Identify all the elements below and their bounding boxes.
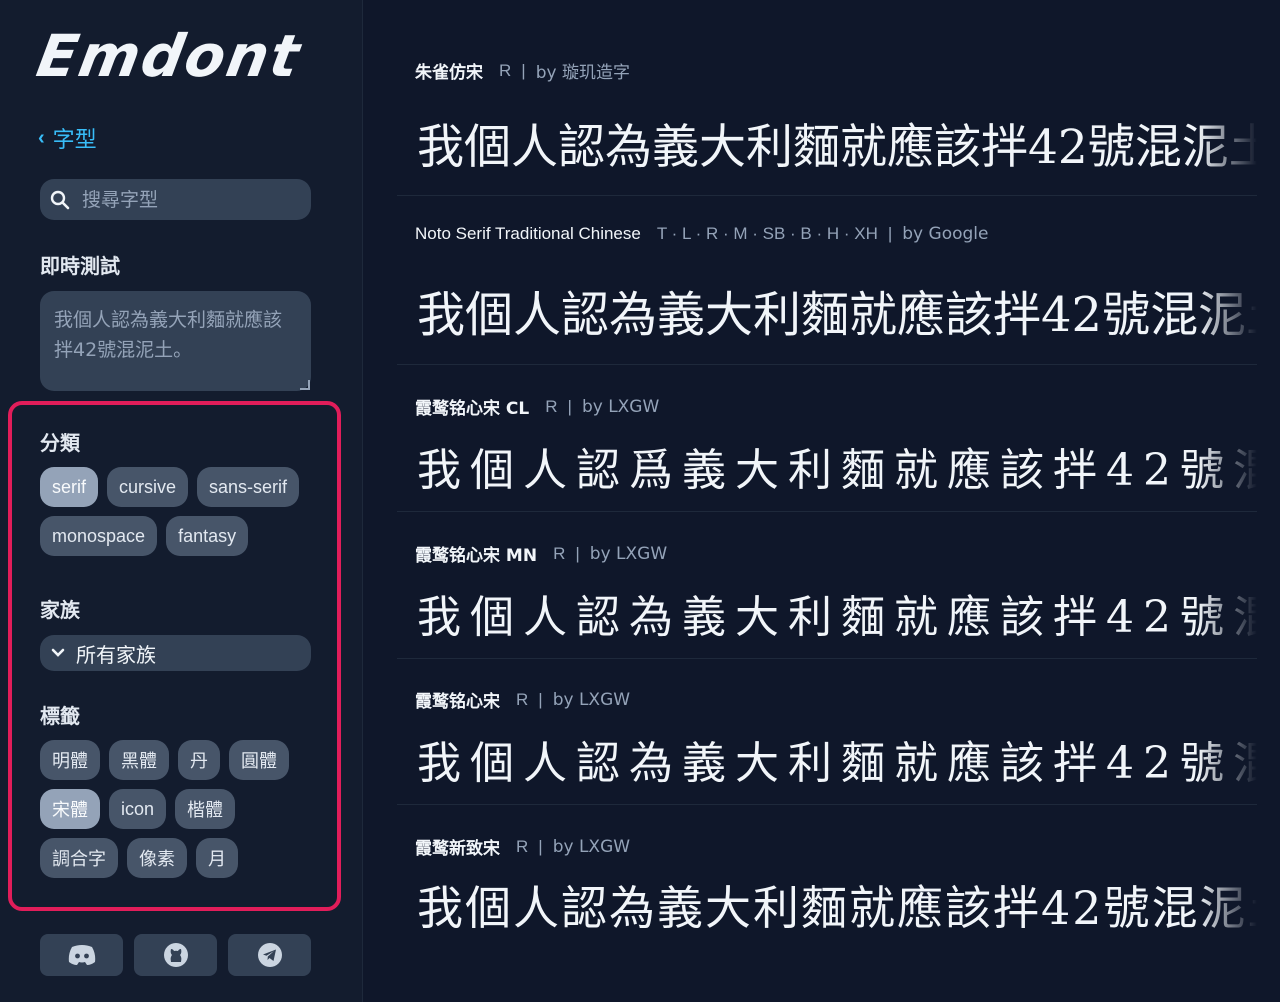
font-list: 朱雀仿宋 R | by 璇玑造字 我個人認為義大利麵就應該拌42號混泥土。 No… bbox=[363, 0, 1280, 1002]
font-name[interactable]: 霞鹜新致宋 bbox=[415, 834, 500, 859]
live-test-textarea[interactable]: 我個人認為義大利麵就應該拌42號混泥土。 bbox=[40, 291, 311, 391]
font-weights: R bbox=[553, 543, 566, 563]
font-sample: 我個人認為義大利麵就應該拌42號混泥土。 bbox=[417, 592, 1257, 643]
chevron-left-icon: ‹ bbox=[38, 126, 45, 149]
font-weights: R bbox=[516, 689, 529, 709]
font-author[interactable]: by LXGW bbox=[582, 397, 659, 417]
font-sample: 我個人認為義大利麵就應該拌42號混泥土。 bbox=[417, 120, 1257, 175]
filter-highlight-frame bbox=[8, 401, 341, 911]
discord-button[interactable] bbox=[40, 934, 123, 976]
font-card[interactable]: 朱雀仿宋 R | by 璇玑造字 我個人認為義大利麵就應該拌42號混泥土。 bbox=[397, 40, 1257, 196]
font-author[interactable]: by 璇玑造字 bbox=[536, 58, 630, 83]
font-name[interactable]: 霞鹜铭心宋 MN bbox=[415, 541, 537, 566]
back-link[interactable]: ‹ 字型 bbox=[38, 122, 97, 154]
font-author[interactable]: by LXGW bbox=[553, 690, 630, 710]
meta-divider: | bbox=[575, 543, 580, 563]
font-name[interactable]: 霞鹜铭心宋 CL bbox=[415, 394, 529, 419]
font-card[interactable]: 霞鹜铭心宋 R | by LXGW 我個人認為義大利麵就應該拌42號混泥土。 bbox=[397, 658, 1257, 805]
font-card[interactable]: 霞鹜铭心宋 CL R | by LXGW 我個人認爲義大利麵就應該拌42號混泥土… bbox=[397, 364, 1257, 512]
font-weights: T · L · R · M · SB · B · H · XH bbox=[656, 224, 878, 243]
telegram-button[interactable] bbox=[228, 934, 311, 976]
github-button[interactable] bbox=[134, 934, 217, 976]
meta-divider: | bbox=[887, 224, 893, 243]
font-author[interactable]: by LXGW bbox=[590, 544, 667, 564]
font-weights: R bbox=[545, 396, 558, 416]
meta-divider: | bbox=[538, 836, 543, 856]
telegram-icon bbox=[257, 943, 282, 967]
font-sample: 我個人認為義大利麵就應該拌42號混泥土。 bbox=[417, 738, 1257, 789]
search-box[interactable] bbox=[40, 179, 311, 220]
font-sample: 我個人認爲義大利麵就應該拌42號混泥土。 bbox=[417, 445, 1257, 496]
sidebar: Emdont ‹ 字型 即時測試 我個人認為義大利麵就應該拌42號混泥土。 分類… bbox=[0, 0, 363, 1002]
back-label: 字型 bbox=[52, 127, 97, 152]
font-card[interactable]: Noto Serif Traditional Chinese T · L · R… bbox=[397, 195, 1257, 365]
font-name[interactable]: 朱雀仿宋 bbox=[415, 58, 483, 83]
font-card[interactable]: 霞鹜新致宋 R | by LXGW 我個人認為義大利麵就應該拌42號混泥土。 bbox=[397, 804, 1257, 964]
font-author[interactable]: by Google bbox=[902, 224, 988, 244]
discord-icon bbox=[68, 945, 95, 965]
font-sample: 我個人認為義大利麵就應該拌42號混泥土。 bbox=[417, 287, 1257, 343]
social-links bbox=[40, 934, 311, 976]
meta-divider: | bbox=[567, 396, 572, 416]
logo[interactable]: Emdont bbox=[32, 22, 306, 90]
font-author[interactable]: by LXGW bbox=[553, 837, 630, 857]
github-icon bbox=[163, 943, 188, 967]
search-icon bbox=[40, 190, 80, 210]
font-weights: R bbox=[516, 836, 529, 856]
font-sample: 我個人認為義大利麵就應該拌42號混泥土。 bbox=[417, 881, 1257, 935]
search-input[interactable] bbox=[80, 187, 304, 212]
font-card[interactable]: 霞鹜铭心宋 MN R | by LXGW 我個人認為義大利麵就應該拌42號混泥土… bbox=[397, 511, 1257, 659]
resize-handle-icon[interactable] bbox=[300, 380, 310, 390]
live-test-title: 即時測試 bbox=[40, 254, 120, 278]
font-name[interactable]: Noto Serif Traditional Chinese bbox=[415, 224, 641, 244]
font-weights: R bbox=[499, 60, 512, 80]
meta-divider: | bbox=[538, 689, 543, 709]
font-name[interactable]: 霞鹜铭心宋 bbox=[415, 687, 500, 712]
meta-divider: | bbox=[521, 60, 526, 80]
